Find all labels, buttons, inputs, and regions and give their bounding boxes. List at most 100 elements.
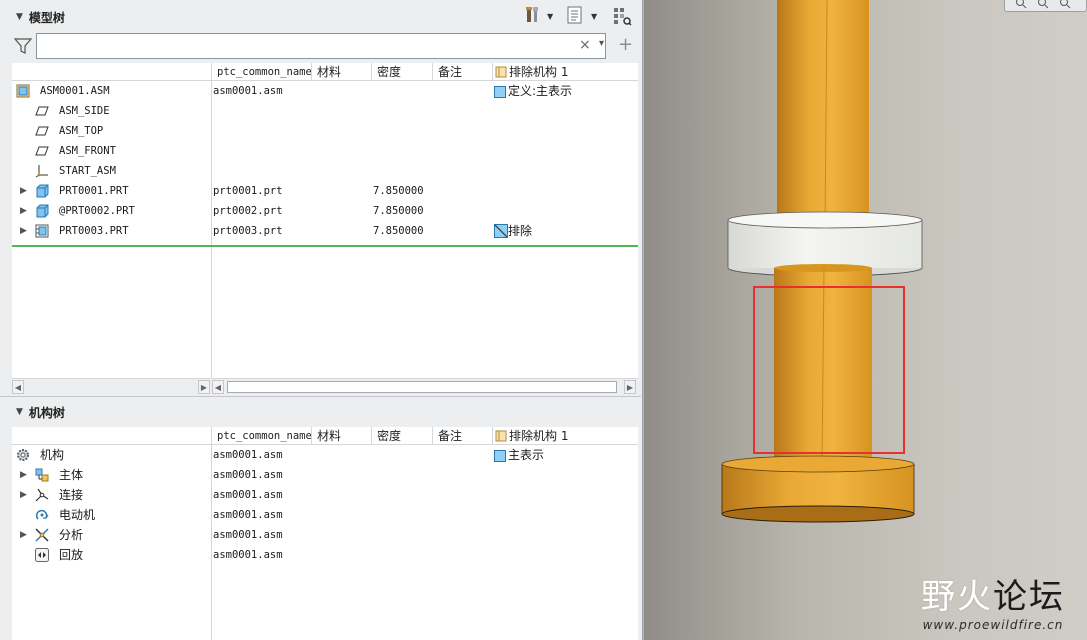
row-name: PRT0003.PRT <box>59 225 129 237</box>
row-exclude-status: 定义:主表示 <box>508 84 573 98</box>
row-name: ASM0001.ASM <box>40 85 110 97</box>
watermark-title: 野火论坛 <box>921 569 1065 618</box>
row-name: @PRT0002.PRT <box>59 205 135 217</box>
column-header-note[interactable]: 备注 <box>432 63 492 81</box>
collapse-triangle-icon[interactable]: ▼ <box>16 12 23 22</box>
tree-row[interactable]: ▶ 连接 asm0001.asm <box>12 485 638 505</box>
bodies-icon <box>35 468 49 482</box>
exclude-column-label: 排除机构 1 <box>509 65 569 79</box>
expand-arrow-icon[interactable]: ▶ <box>20 221 30 241</box>
assembly-icon <box>16 84 30 98</box>
expand-arrow-icon[interactable]: ▶ <box>20 525 30 545</box>
row-common-name: asm0001.asm <box>213 509 283 521</box>
row-name: 机构 <box>40 448 65 462</box>
excluded-part-icon <box>35 224 49 238</box>
scroll-right-icon[interactable]: ▶ <box>198 380 210 394</box>
row-name: ASM_SIDE <box>59 105 110 117</box>
exclude-column-label: 排除机构 1 <box>509 429 569 443</box>
tree-row[interactable]: 机构 asm0001.asm 主表示 <box>12 445 638 465</box>
add-column-icon[interactable]: + <box>618 34 633 55</box>
graphics-viewport[interactable]: 野火论坛 www.proewildfire.cn <box>644 0 1087 640</box>
column-header-density[interactable]: 密度 <box>371 427 432 445</box>
insert-here-separator[interactable] <box>12 245 638 247</box>
exclude-column-icon <box>495 430 507 442</box>
row-common-name: asm0001.asm <box>213 449 283 461</box>
base-disc-part[interactable] <box>721 455 915 523</box>
row-common-name: asm0001.asm <box>213 489 283 501</box>
row-common-name: prt0003.prt <box>213 225 283 237</box>
settings-tools-icon[interactable] <box>524 6 542 24</box>
row-common-name: asm0001.asm <box>213 529 283 541</box>
tree-row[interactable]: ▶ PRT0003.PRT prt0003.prt 7.850000 排除 <box>12 221 638 241</box>
column-header-common-name[interactable]: ptc_common_name <box>211 427 311 445</box>
left-panel: ▼ 模型树 ▼ ▼ × ▾ + ptc_common_name 材料 密度 备注… <box>0 0 643 640</box>
column-header-material[interactable]: 材料 <box>311 427 371 445</box>
name-column-scrollbar[interactable]: ◀ ▶ <box>12 378 211 394</box>
filter-funnel-icon[interactable] <box>14 37 32 55</box>
expand-arrow-icon[interactable]: ▶ <box>20 465 30 485</box>
columns-scrollbar[interactable]: ◀ ▶ <box>212 378 638 394</box>
tree-row[interactable]: ASM0001.ASM asm0001.asm 定义:主表示 <box>12 81 638 101</box>
show-dropdown-icon[interactable]: ▼ <box>591 12 597 21</box>
expand-arrow-icon[interactable]: ▶ <box>20 485 30 505</box>
tree-row[interactable]: ▶ 主体 asm0001.asm <box>12 465 638 485</box>
tree-row[interactable]: 电动机 asm0001.asm <box>12 505 638 525</box>
tree-row[interactable]: ASM_SIDE <box>12 101 638 121</box>
panel-divider[interactable] <box>0 396 641 397</box>
column-header-exclude-mechanism[interactable]: 排除机构 1 <box>492 63 638 81</box>
expand-arrow-icon[interactable]: ▶ <box>20 181 30 201</box>
mechanism-tree-body: 机构 asm0001.asm 主表示 ▶ 主体 asm0001.asm ▶ 连接… <box>12 445 638 640</box>
column-header-exclude-mechanism[interactable]: 排除机构 1 <box>492 427 638 445</box>
exclude-column-icon <box>495 66 507 78</box>
row-name: 分析 <box>59 528 84 542</box>
row-common-name: asm0001.asm <box>213 549 283 561</box>
watermark-url: www.proewildfire.cn <box>922 618 1064 632</box>
mechanism-tree-column-header: ptc_common_name 材料 密度 备注 排除机构 1 <box>12 427 638 445</box>
scroll-left-icon[interactable]: ◀ <box>212 380 224 394</box>
watermark-title-part1: 野火 <box>921 577 993 617</box>
column-header-density[interactable]: 密度 <box>371 63 432 81</box>
expand-arrow-icon[interactable]: ▶ <box>20 201 30 221</box>
row-name: 主体 <box>59 468 84 482</box>
show-list-icon[interactable] <box>566 6 584 24</box>
tree-row[interactable]: 回放 asm0001.asm <box>12 545 638 565</box>
model-tree-header[interactable]: ▼ 模型树 <box>0 5 641 29</box>
motor-icon <box>35 508 49 522</box>
mechanism-tree-header[interactable]: ▼ 机构树 <box>0 400 641 424</box>
column-header-note[interactable]: 备注 <box>432 427 492 445</box>
tree-row[interactable]: ▶ @PRT0002.PRT prt0002.prt 7.850000 <box>12 201 638 221</box>
playback-icon <box>35 548 49 562</box>
tree-filter-grid-icon[interactable] <box>612 6 632 26</box>
clear-search-icon[interactable]: × <box>579 37 591 53</box>
tree-row[interactable]: ASM_FRONT <box>12 141 638 161</box>
model-tree-body: ASM0001.ASM asm0001.asm 定义:主表示 ASM_SIDE … <box>12 81 638 378</box>
row-name: START_ASM <box>59 165 116 177</box>
model-tree-column-header: ptc_common_name 材料 密度 备注 排除机构 1 <box>12 63 638 81</box>
upper-shaft-part[interactable] <box>777 0 869 231</box>
watermark: 野火论坛 www.proewildfire.cn <box>921 569 1065 632</box>
scroll-right-icon[interactable]: ▶ <box>624 380 636 394</box>
connections-icon <box>35 488 49 502</box>
model-3d-render <box>721 0 923 523</box>
column-header-material[interactable]: 材料 <box>311 63 371 81</box>
column-header-common-name[interactable]: ptc_common_name <box>211 63 311 81</box>
tree-row[interactable]: ▶ 分析 asm0001.asm <box>12 525 638 545</box>
representation-icon <box>494 448 508 462</box>
lower-shaft-part[interactable] <box>774 264 872 465</box>
row-common-name: prt0001.prt <box>213 185 283 197</box>
mechanism-tree-title: 机构树 <box>28 405 65 420</box>
scrollbar-thumb[interactable] <box>227 381 617 393</box>
row-name: 连接 <box>59 488 84 502</box>
search-dropdown-icon[interactable]: ▾ <box>599 38 604 49</box>
tree-row[interactable]: ▶ PRT0001.PRT prt0001.prt 7.850000 <box>12 181 638 201</box>
part-icon <box>35 204 49 218</box>
settings-dropdown-icon[interactable]: ▼ <box>547 12 553 21</box>
row-name: ASM_FRONT <box>59 145 116 157</box>
datum-plane-icon <box>35 144 49 158</box>
scroll-left-icon[interactable]: ◀ <box>12 380 24 394</box>
tree-row[interactable]: START_ASM <box>12 161 638 181</box>
collapse-triangle-icon[interactable]: ▼ <box>16 407 23 417</box>
row-exclude-status: 主表示 <box>508 448 545 462</box>
search-input[interactable] <box>36 33 606 59</box>
tree-row[interactable]: ASM_TOP <box>12 121 638 141</box>
